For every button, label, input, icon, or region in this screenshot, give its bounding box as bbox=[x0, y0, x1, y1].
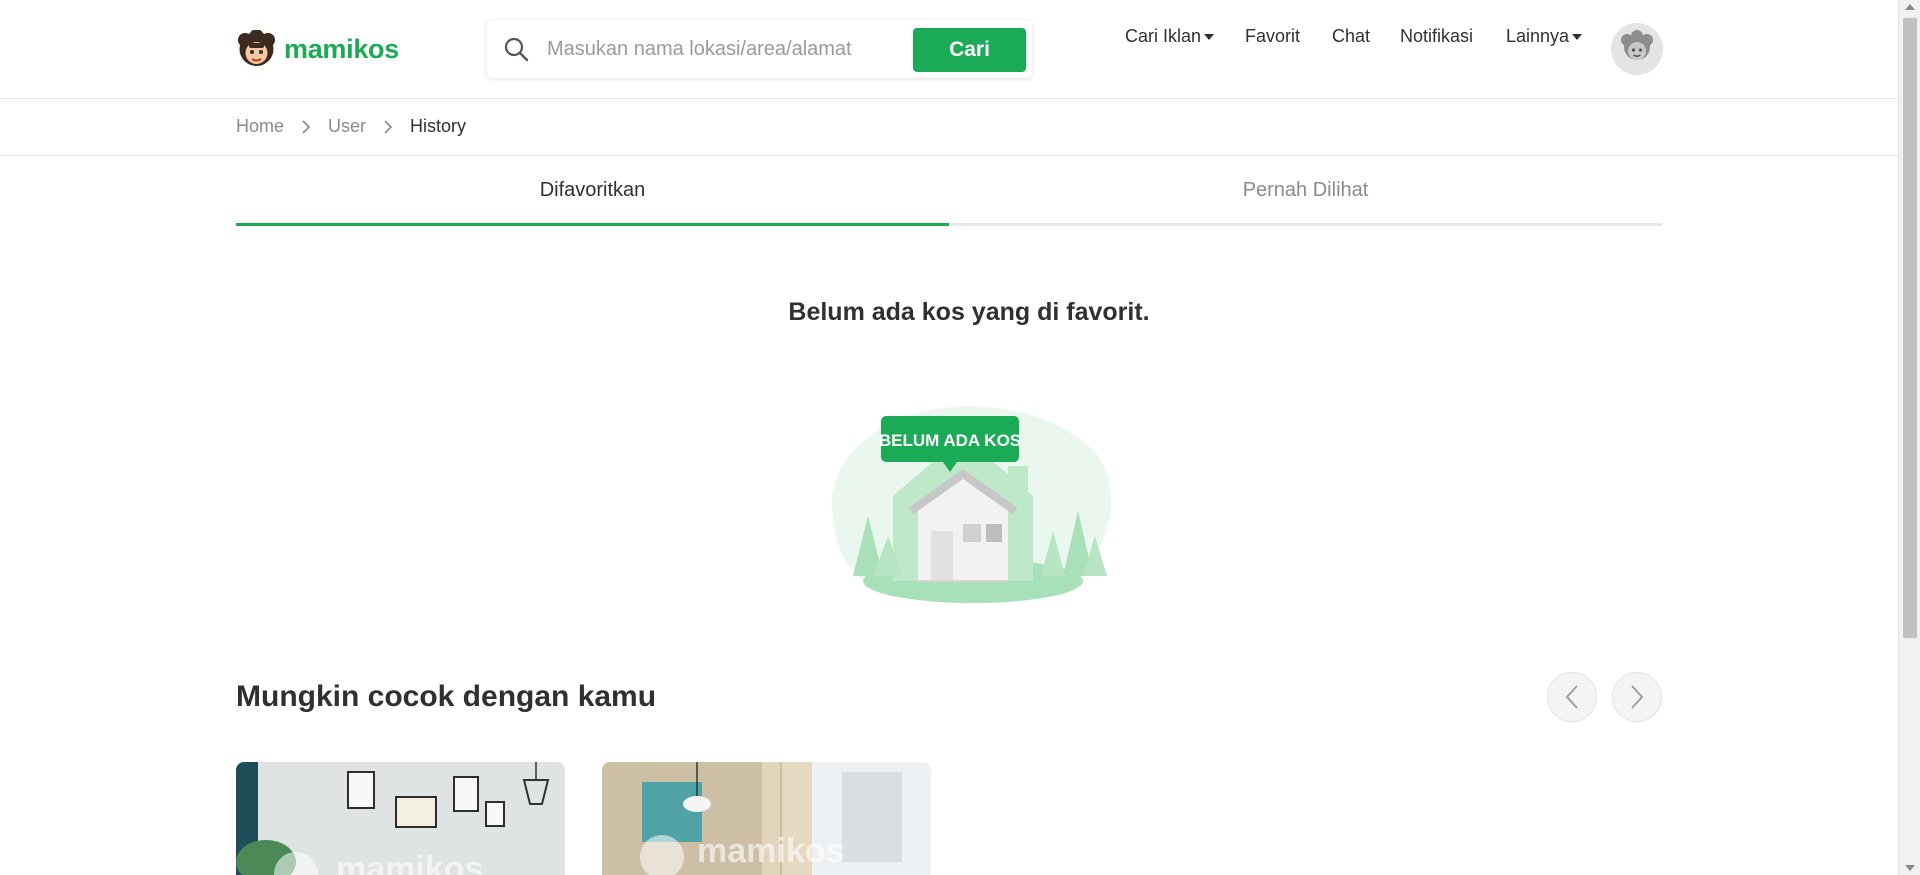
card-watermark: mamikos bbox=[336, 850, 483, 875]
user-avatar[interactable] bbox=[1611, 23, 1663, 75]
nav-cari-iklan-label: Cari Iklan bbox=[1125, 25, 1202, 46]
logo-text: mamikos bbox=[284, 34, 399, 64]
search-button[interactable]: Cari bbox=[913, 28, 1026, 72]
nav-lainnya-label: Lainnya bbox=[1506, 25, 1570, 46]
recommendation-card[interactable]: mamikos bbox=[236, 762, 565, 875]
empty-badge-text: BELUM ADA KOS bbox=[879, 431, 1021, 450]
search-bar: Cari bbox=[487, 20, 1032, 78]
kos-photo: mamikos bbox=[602, 762, 931, 875]
nav-favorit[interactable]: Favorit bbox=[1245, 26, 1300, 47]
caret-down-icon bbox=[1204, 34, 1215, 40]
scroll-up-arrow-icon[interactable] bbox=[1905, 4, 1915, 10]
avatar-icon bbox=[1621, 30, 1653, 60]
kos-photo: mamikos bbox=[236, 762, 565, 875]
breadcrumb-bar: Home User History bbox=[0, 100, 1898, 156]
tab-difavoritkan[interactable]: Difavoritkan bbox=[236, 157, 949, 226]
caret-down-icon bbox=[1572, 34, 1583, 40]
card-watermark: mamikos bbox=[697, 832, 844, 870]
top-header: mamikos Cari Cari Iklan Favorit Chat Not… bbox=[0, 0, 1898, 99]
carousel-prev-button[interactable] bbox=[1547, 672, 1597, 722]
search-input[interactable] bbox=[547, 32, 887, 66]
recommendation-card[interactable]: mamikos bbox=[602, 762, 931, 875]
mamikos-mascot-logo bbox=[238, 30, 275, 66]
empty-state-title: Belum ada kos yang di favorit. bbox=[788, 298, 1150, 326]
nav-notifikasi[interactable]: Notifikasi bbox=[1400, 26, 1473, 47]
breadcrumb: Home User History bbox=[236, 116, 466, 137]
logo[interactable]: mamikos bbox=[236, 30, 399, 69]
breadcrumb-home[interactable]: Home bbox=[236, 116, 284, 137]
history-tabs: Difavoritkan Pernah Dilihat bbox=[236, 157, 1662, 226]
carousel-next-button[interactable] bbox=[1612, 672, 1662, 722]
nav-lainnya-dropdown[interactable]: Lainnya bbox=[1506, 25, 1583, 47]
nav-cari-iklan-dropdown[interactable]: Cari Iklan bbox=[1125, 25, 1215, 47]
search-icon bbox=[504, 37, 529, 62]
page-scrollbar[interactable] bbox=[1898, 0, 1920, 875]
tab-pernah-dilihat[interactable]: Pernah Dilihat bbox=[949, 157, 1662, 226]
chevron-right-icon bbox=[302, 119, 311, 134]
breadcrumb-user[interactable]: User bbox=[328, 116, 366, 137]
breadcrumb-history: History bbox=[410, 116, 467, 136]
chevron-right-icon bbox=[384, 119, 393, 134]
recommendation-title: Mungkin cocok dengan kamu bbox=[236, 680, 657, 713]
chevron-right-icon bbox=[1631, 685, 1644, 709]
empty-house-illustration: BELUM ADA KOS bbox=[831, 406, 1112, 603]
scroll-down-arrow-icon[interactable] bbox=[1905, 865, 1915, 871]
nav-chat[interactable]: Chat bbox=[1332, 26, 1370, 47]
scrollbar-thumb[interactable] bbox=[1903, 18, 1917, 638]
chevron-left-icon bbox=[1565, 685, 1578, 709]
